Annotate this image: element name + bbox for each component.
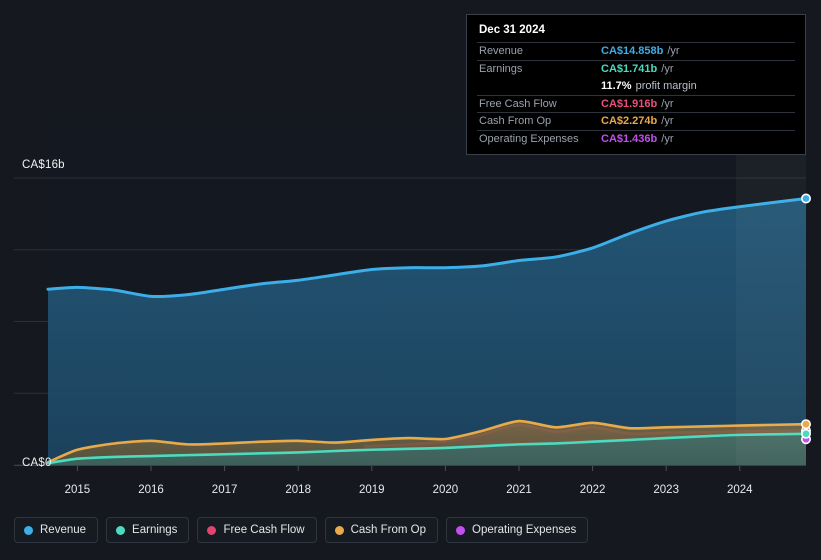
- x-axis-tick-2022: 2022: [579, 484, 606, 496]
- x-axis-tick-2024: 2024: [727, 484, 753, 496]
- financial-chart-page: CA$16b CA$0 2015 2016 2017 2018 2019 2020 2021…: [0, 0, 821, 560]
- tooltip-row-value-wrap: 11.7% profit margin: [601, 80, 697, 92]
- tooltip-row-key: Operating Expenses: [479, 132, 579, 145]
- tooltip-row-unit: /yr: [661, 97, 674, 110]
- x-axis-tick-2021: 2021: [506, 484, 532, 496]
- legend-item-label: Free Cash Flow: [223, 524, 305, 536]
- tooltip-row-unit: profit margin: [635, 79, 697, 92]
- legend-color-dot-icon: [116, 525, 126, 535]
- tooltip-row-key: Revenue: [479, 45, 524, 58]
- x-axis-tick-2023: 2023: [653, 484, 679, 496]
- tooltip-row-value-wrap: CA$1.436b/yr: [601, 133, 674, 145]
- tooltip-row-value-wrap: CA$1.916b/yr: [601, 98, 674, 110]
- tooltip-row-value-wrap: CA$2.274b/yr: [601, 115, 674, 127]
- legend-item-revenue[interactable]: Revenue: [14, 517, 99, 543]
- legend-item-cash-from-op[interactable]: Cash From Op: [324, 517, 439, 543]
- legend-item-label: Revenue: [40, 524, 87, 536]
- x-axis-tick-2019: 2019: [359, 484, 385, 496]
- tooltip-row-key: Free Cash Flow: [479, 97, 557, 110]
- tooltip-row-value-wrap: CA$14.858b/yr: [601, 45, 680, 57]
- legend-item-free-cash-flow[interactable]: Free Cash Flow: [197, 517, 317, 543]
- tooltip-row: Cash From Op CA$2.274b/yr: [477, 112, 795, 130]
- tooltip-row-unit: /yr: [667, 45, 680, 58]
- tooltip-row-value: CA$1.916b: [601, 97, 658, 110]
- tooltip-row-unit: /yr: [661, 62, 674, 75]
- legend-color-dot-icon: [334, 525, 344, 535]
- legend-item-label: Operating Expenses: [472, 524, 577, 536]
- tooltip-row-key: Cash From Op: [479, 115, 552, 128]
- x-axis-tick-2016: 2016: [138, 484, 164, 496]
- legend-color-dot-icon: [24, 525, 33, 535]
- tooltip-rows: Revenue CA$14.858b/yr Earnings CA$1.741b/yr…: [477, 42, 795, 147]
- tooltip-row-unit: /yr: [661, 115, 674, 128]
- tooltip-row-value: CA$14.858b: [601, 45, 664, 58]
- legend-item-operating-expenses[interactable]: Operating Expenses: [446, 517, 589, 543]
- x-axis-tick-2020: 2020: [432, 484, 459, 496]
- legend-item-earnings[interactable]: Earnings: [106, 517, 190, 543]
- legend-item-label: Cash From Op: [350, 524, 427, 536]
- tooltip-row-key: Earnings: [479, 62, 523, 75]
- y-axis-bottom-label: CA$0: [22, 457, 52, 469]
- x-axis-tick-2018: 2018: [285, 484, 311, 496]
- tooltip-row-unit: /yr: [661, 132, 674, 145]
- x-axis-tick-2017: 2017: [211, 484, 238, 496]
- tooltip-row: Earnings CA$1.741b/yr: [477, 59, 795, 78]
- tooltip-row: Revenue CA$14.858b/yr: [477, 42, 795, 60]
- data-tooltip: Dec 31 2024 Revenue CA$14.858b/yr Earnings…: [466, 14, 806, 155]
- legend-color-dot-icon: [207, 525, 217, 535]
- chart-legend[interactable]: Revenue Earnings Free Cash Flow Cash From O…: [14, 517, 589, 543]
- tooltip-row: Free Cash Flow CA$1.916b/yr: [477, 94, 795, 113]
- legend-color-dot-icon: [456, 525, 466, 535]
- tooltip-row-value: 11.7%: [601, 79, 632, 92]
- tooltip-row-value-wrap: CA$1.741b/yr: [601, 63, 674, 75]
- legend-item-label: Earnings: [132, 524, 178, 536]
- tooltip-row: Operating Expenses CA$1.436b/yr: [477, 129, 795, 148]
- tooltip-row-profit-margin: 11.7% profit margin: [477, 77, 795, 95]
- tooltip-row-value: CA$1.741b: [601, 62, 658, 75]
- x-axis-tick-2015: 2015: [64, 484, 91, 496]
- tooltip-row-value: CA$1.436b: [601, 132, 658, 145]
- y-axis-top-label: CA$16b: [22, 159, 65, 171]
- tooltip-row-value: CA$2.274b: [601, 115, 658, 128]
- tooltip-date: Dec 31 2024: [479, 24, 545, 36]
